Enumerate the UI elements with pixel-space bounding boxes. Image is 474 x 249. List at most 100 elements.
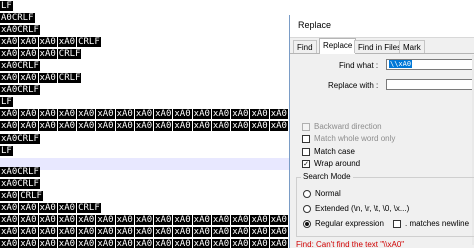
special-char-token: xA0 [173, 239, 192, 248]
tab-find-in-files[interactable]: Find in Files [354, 40, 406, 53]
special-char-token: xA0 [38, 203, 57, 213]
special-char-token: xA0 [269, 215, 288, 225]
special-char-token: xA0 [38, 37, 57, 47]
special-char-token: xA0 [0, 203, 19, 213]
special-char-token: xA0 [154, 109, 173, 119]
special-char-token: CRLF [77, 37, 101, 47]
special-char-token: xA0 [0, 73, 19, 83]
tab-mark[interactable]: Mark [399, 40, 425, 53]
normal-radio[interactable] [303, 190, 311, 198]
special-char-token: xA0 [154, 227, 173, 237]
special-char-token: xA0 [0, 109, 19, 119]
extended-radio[interactable] [303, 205, 311, 213]
special-char-token: xA0 [38, 49, 57, 59]
special-char-token: xA0 [192, 121, 211, 131]
tab-replace[interactable]: Replace [319, 38, 357, 54]
editor-line[interactable]: xA0 xA0 xA0 xA0 xA0 xA0 xA0 xA0 xA0 xA0 xA0 xA0 xA0 x… [0, 108, 333, 120]
backward-direction-checkbox[interactable] [302, 123, 310, 131]
special-char-token: xA0 [231, 227, 250, 237]
editor-line[interactable]: xA0 xA0 xA0 CRLF [0, 48, 82, 60]
special-char-token: xA0 [115, 227, 134, 237]
regular-expression-radio[interactable] [303, 220, 311, 228]
dialog-title: Replace [298, 20, 332, 30]
special-char-token: xA0 [269, 121, 288, 131]
editor-line[interactable]: xA0CRLF [0, 190, 44, 202]
special-char-token: xA0 [0, 227, 19, 237]
checkmark-icon: ✓ [303, 161, 309, 168]
special-char-token: xA0 [57, 37, 77, 47]
special-char-token: xA0 [0, 121, 19, 131]
find-what-value: \\xA0 [389, 60, 413, 68]
special-char-token: xA0 [57, 215, 77, 225]
editor-line[interactable]: xA0 xA0 xA0 CRLF [0, 72, 82, 84]
special-char-token: xA0 [250, 227, 269, 237]
matches-newline-checkbox[interactable] [393, 220, 401, 228]
special-char-token: xA0 [57, 121, 77, 131]
special-char-token: xA0 [57, 109, 77, 119]
special-char-token: xA0 [134, 239, 154, 248]
editor-line[interactable]: xA0CRLF [0, 60, 41, 72]
replace-with-input[interactable] [386, 79, 474, 90]
editor-line[interactable]: xA0 xA0 xA0 xA0 CRLF [0, 202, 102, 214]
special-char-token: xA0 [19, 239, 38, 248]
match-case-checkbox[interactable] [302, 148, 310, 156]
special-char-token: xA0 [269, 227, 288, 237]
special-char-token: xA0 [134, 109, 154, 119]
special-char-token: xA0 [57, 239, 77, 248]
special-char-token: xA0 [77, 239, 96, 248]
extended-label: Extended (\n, \r, \t, \0, \x...) [315, 204, 410, 213]
editor-line[interactable]: xA0CRLF [0, 84, 41, 96]
special-char-token: xA0 [211, 239, 231, 248]
search-mode-group: Search Mode Normal Extended (\n, \r, \t,… [296, 172, 474, 237]
special-char-token: xA0 [0, 37, 19, 47]
editor-line[interactable]: xA0 xA0 xA0 xA0 CRLF [0, 36, 102, 48]
dialog-tabs: Find Replace Find in Files Mark [290, 38, 474, 54]
special-char-token: xA0 [57, 227, 77, 237]
special-char-token: xA0 [173, 227, 192, 237]
special-char-token: xA0 [38, 215, 57, 225]
special-char-token: xA0CRLF [0, 61, 40, 71]
special-char-token: A0CRLF [0, 13, 35, 23]
special-char-token: xA0 [173, 121, 192, 131]
editor-line[interactable]: xA0 xA0 xA0 xA0 xA0 xA0 xA0 xA0 xA0 xA0 xA0 xA0 xA0 x… [0, 120, 333, 132]
special-char-token: xA0 [250, 121, 269, 131]
special-char-token: xA0 [19, 203, 38, 213]
special-char-token: xA0 [250, 215, 269, 225]
special-char-token: xA0 [96, 227, 115, 237]
find-what-input[interactable]: \\xA0 [386, 59, 474, 70]
special-char-token: xA0 [19, 215, 38, 225]
special-char-token: xA0 [0, 239, 19, 248]
editor-line[interactable]: xA0CRLF [0, 166, 41, 178]
special-char-token: xA0 [211, 227, 231, 237]
special-char-token: xA0 [96, 109, 115, 119]
wrap-around-checkbox[interactable]: ✓ [302, 160, 310, 168]
special-char-token: xA0 [134, 121, 154, 131]
special-char-token: xA0 [0, 191, 19, 201]
dialog-titlebar[interactable]: Replace [290, 15, 474, 38]
find-what-label: Find what : [339, 61, 379, 70]
match-whole-word-checkbox[interactable] [302, 135, 310, 143]
special-char-token: xA0 [231, 121, 250, 131]
special-char-token: xA0 [19, 109, 38, 119]
special-char-token: xA0 [19, 227, 38, 237]
editor-line[interactable]: LF [0, 96, 14, 108]
match-case-label: Match case [314, 147, 355, 156]
special-char-token: xA0 [77, 109, 96, 119]
special-char-token: xA0 [77, 121, 96, 131]
editor-line[interactable]: xA0CRLF [0, 133, 41, 145]
editor-line[interactable]: LF [0, 145, 14, 157]
special-char-token: xA0 [250, 239, 269, 248]
special-char-token: xA0 [192, 239, 211, 248]
special-char-token: xA0 [115, 239, 134, 248]
tab-find[interactable]: Find [293, 40, 317, 53]
editor-line[interactable]: xA0CRLF [0, 24, 41, 36]
editor-line[interactable]: LF [0, 0, 14, 12]
special-char-token: xA0 [154, 239, 173, 248]
special-char-token: LF [0, 1, 13, 11]
special-char-token: xA0 [154, 215, 173, 225]
special-char-token: xA0CRLF [0, 85, 40, 95]
editor-line[interactable]: A0CRLF [0, 12, 36, 24]
special-char-token: xA0 [173, 109, 192, 119]
editor-line[interactable]: xA0CRLF [0, 178, 41, 190]
special-char-token: xA0 [96, 239, 115, 248]
